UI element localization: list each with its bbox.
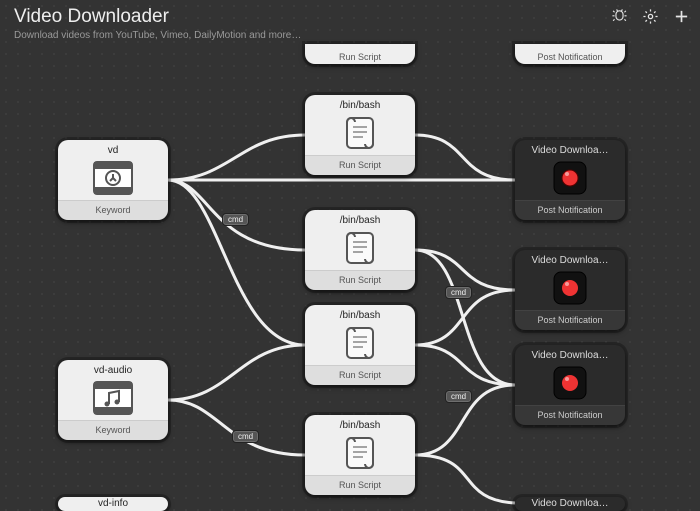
node-title: Video Downloa…	[515, 250, 625, 266]
node-title: Video Downloa…	[515, 497, 625, 509]
scroll-icon	[305, 226, 415, 270]
node-title: /bin/bash	[305, 210, 415, 226]
node-subtitle: Run Script	[305, 44, 415, 64]
scroll-icon	[305, 431, 415, 475]
modifier-pill-cmd[interactable]: cmd	[445, 390, 472, 403]
record-icon	[515, 156, 625, 200]
record-icon	[515, 266, 625, 310]
node-title: /bin/bash	[305, 305, 415, 321]
node-keyword-vd-audio[interactable]: vd-audio Keyword	[58, 360, 168, 440]
node-run-script-1[interactable]: /bin/bash Run Script	[305, 95, 415, 175]
node-subtitle: Post Notification	[515, 44, 625, 64]
node-subtitle: Keyword	[58, 200, 168, 220]
node-run-script-2[interactable]: /bin/bash Run Script	[305, 210, 415, 290]
node-run-script-3[interactable]: /bin/bash Run Script	[305, 305, 415, 385]
node-post-notification-4-stub[interactable]: Video Downloa…	[515, 497, 625, 511]
keyword-audio-icon	[58, 376, 168, 420]
workflow-canvas[interactable]: Run Script Post Notification vd Keyword …	[0, 0, 700, 511]
node-title: Video Downloa…	[515, 345, 625, 361]
node-title: vd	[58, 140, 168, 156]
node-title: /bin/bash	[305, 95, 415, 111]
node-subtitle: Run Script	[305, 475, 415, 495]
scroll-icon	[305, 111, 415, 155]
node-post-notification-stub[interactable]: Post Notification	[515, 44, 625, 64]
modifier-pill-cmd[interactable]: cmd	[222, 213, 249, 226]
node-run-script-4[interactable]: /bin/bash Run Script	[305, 415, 415, 495]
node-subtitle: Post Notification	[515, 405, 625, 425]
node-post-notification-1[interactable]: Video Downloa… Post Notification	[515, 140, 625, 220]
node-subtitle: Run Script	[305, 365, 415, 385]
node-subtitle: Post Notification	[515, 200, 625, 220]
modifier-pill-cmd[interactable]: cmd	[445, 286, 472, 299]
node-run-script-stub[interactable]: Run Script	[305, 44, 415, 64]
record-icon	[515, 361, 625, 405]
node-title: Video Downloa…	[515, 140, 625, 156]
node-title: vd-audio	[58, 360, 168, 376]
keyword-video-icon	[58, 156, 168, 200]
node-subtitle: Post Notification	[515, 310, 625, 330]
node-subtitle: Run Script	[305, 155, 415, 175]
modifier-pill-cmd[interactable]: cmd	[232, 430, 259, 443]
node-post-notification-2[interactable]: Video Downloa… Post Notification	[515, 250, 625, 330]
node-subtitle: Run Script	[305, 270, 415, 290]
node-post-notification-3[interactable]: Video Downloa… Post Notification	[515, 345, 625, 425]
scroll-icon	[305, 321, 415, 365]
node-keyword-vd[interactable]: vd Keyword	[58, 140, 168, 220]
node-title: /bin/bash	[305, 415, 415, 431]
node-subtitle: Keyword	[58, 420, 168, 440]
node-title: vd-info	[58, 497, 168, 509]
node-keyword-vd-info-stub[interactable]: vd-info	[58, 497, 168, 511]
